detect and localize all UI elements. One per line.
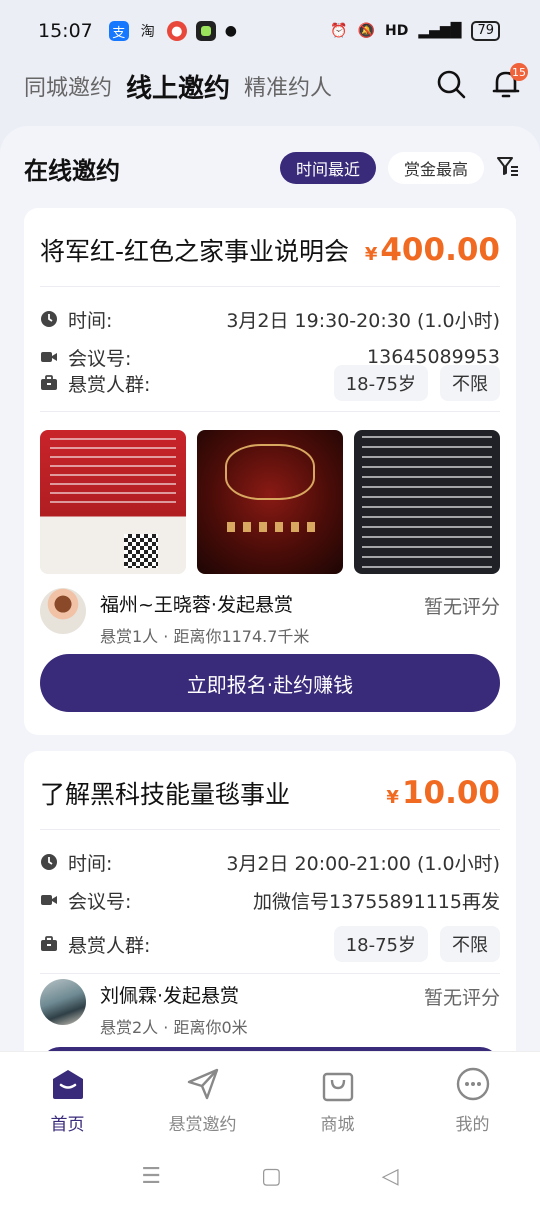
nav-mall[interactable]: 商城: [283, 1064, 393, 1135]
tab-online-invite[interactable]: 线上邀约: [126, 68, 230, 105]
signal-icon: ▂▄▆█: [418, 23, 462, 39]
gender-tag: 不限: [440, 926, 500, 962]
age-tag: 18-75岁: [333, 365, 428, 401]
section-header: 在线邀约 时间最近 赏金最高: [24, 150, 520, 186]
alarm-icon: ⏰: [330, 23, 348, 39]
clock-icon: [40, 853, 58, 871]
meeting-value: 加微信号13755891115再发: [253, 890, 500, 913]
sort-recent-button[interactable]: 时间最近: [279, 152, 376, 184]
time-value: 3月2日 20:00-21:00 (1.0小时): [226, 852, 500, 875]
filter-icon[interactable]: [496, 155, 520, 181]
notification-bell[interactable]: 15: [492, 63, 528, 103]
crowd-row: 悬赏人群: 18-75岁 不限: [40, 926, 500, 962]
initiator-row[interactable]: 福州~王晓蓉·发起悬赏 悬赏1人 · 距离你1174.7千米 暂无评分: [40, 588, 500, 646]
battery-icon: 79: [471, 21, 500, 41]
gallery-image[interactable]: [40, 430, 186, 574]
status-time: 15:07: [38, 20, 93, 42]
initiator-row[interactable]: 刘佩霖·发起悬赏 悬赏2人 · 距离你0米 暂无评分: [40, 979, 500, 1037]
initiator-name: 刘佩霖·发起悬赏: [100, 985, 240, 1007]
bottom-nav: 首页 悬赏邀约 商城 我的: [0, 1051, 540, 1146]
rating: 暂无评分: [423, 596, 500, 618]
reward-price: ¥ 10.00: [386, 775, 500, 811]
time-row: 时间: 3月2日 20:00-21:00 (1.0小时): [40, 844, 500, 880]
search-icon[interactable]: [436, 69, 466, 103]
profile-icon: [455, 1064, 491, 1104]
divider: [40, 411, 500, 412]
tab-local-invite[interactable]: 同城邀约: [24, 70, 112, 102]
gallery-image[interactable]: [197, 430, 343, 574]
status-bar: 15:07 支 淘 ● ● ⏰ 🔕 HD ▂▄▆█ 79: [0, 0, 540, 62]
crowd-row-inner: 悬赏人群: 18-75岁 不限: [40, 365, 500, 401]
sort-reward-button[interactable]: 赏金最高: [387, 152, 484, 184]
dot-icon: ●: [224, 23, 237, 39]
nav-reward-invite[interactable]: 悬赏邀约: [148, 1064, 258, 1135]
card-title: 了解黑科技能量毯事业: [40, 780, 291, 809]
card-title: 将军红-红色之家事业说明会: [40, 237, 350, 266]
gender-tag: 不限: [440, 365, 500, 401]
divider: [40, 973, 500, 974]
top-tab-bar: 同城邀约 线上邀约 精准约人 15: [24, 63, 528, 106]
meeting-row: 会议号: 加微信号13755891115再发: [40, 882, 500, 918]
avatar[interactable]: [40, 979, 86, 1025]
invite-card[interactable]: 将军红-红色之家事业说明会 ¥ 400.00 时间: 3月2日 19:30-20…: [24, 208, 516, 735]
video-icon: [40, 891, 58, 909]
app-icon: [195, 21, 216, 41]
time-value: 3月2日 19:30-20:30 (1.0小时): [226, 309, 500, 332]
divider: [40, 829, 500, 830]
divider: [40, 286, 500, 287]
record-icon: ●: [166, 21, 187, 41]
gallery-image[interactable]: [354, 430, 500, 574]
nav-mine[interactable]: 我的: [418, 1064, 528, 1135]
nav-home[interactable]: 首页: [13, 1064, 123, 1135]
section-title: 在线邀约: [24, 156, 120, 185]
back-triangle-icon[interactable]: ◁: [382, 1164, 399, 1189]
rating: 暂无评分: [423, 987, 500, 1009]
send-icon: [185, 1064, 221, 1104]
initiator-sub: 悬赏1人 · 距离你1174.7千米: [100, 627, 310, 646]
notification-badge: 15: [510, 63, 528, 81]
taobao-icon: 淘: [140, 24, 155, 40]
system-nav: ☰ ▢ ◁: [0, 1146, 540, 1206]
image-gallery: [40, 430, 500, 574]
home-icon: [50, 1064, 86, 1104]
initiator-sub: 悬赏2人 · 距离你0米: [100, 1018, 248, 1037]
home-square-icon[interactable]: ▢: [261, 1164, 282, 1189]
alipay-icon: 支: [108, 21, 129, 41]
shopping-bag-icon: [321, 1064, 355, 1104]
briefcase-icon: [40, 374, 58, 392]
reward-price: ¥ 400.00: [364, 232, 500, 268]
signup-button[interactable]: 立即报名·赴约赚钱: [40, 654, 500, 712]
time-row: 时间: 3月2日 19:30-20:30 (1.0小时): [40, 301, 500, 337]
menu-icon[interactable]: ☰: [141, 1164, 161, 1189]
clock-icon: [40, 310, 58, 328]
hd-icon: HD: [385, 23, 409, 39]
tab-precise-match[interactable]: 精准约人: [244, 70, 332, 102]
avatar[interactable]: [40, 588, 86, 634]
main-content: 在线邀约 时间最近 赏金最高 将军红-红色之家事业说明会 ¥ 400.00 时间…: [0, 126, 540, 1051]
initiator-name: 福州~王晓蓉·发起悬赏: [100, 594, 293, 616]
invite-card[interactable]: 了解黑科技能量毯事业 ¥ 10.00 时间: 3月2日 20:00-21:00 …: [24, 751, 516, 1051]
briefcase-icon: [40, 935, 58, 953]
mute-icon: 🔕: [357, 23, 376, 39]
age-tag: 18-75岁: [333, 926, 428, 962]
